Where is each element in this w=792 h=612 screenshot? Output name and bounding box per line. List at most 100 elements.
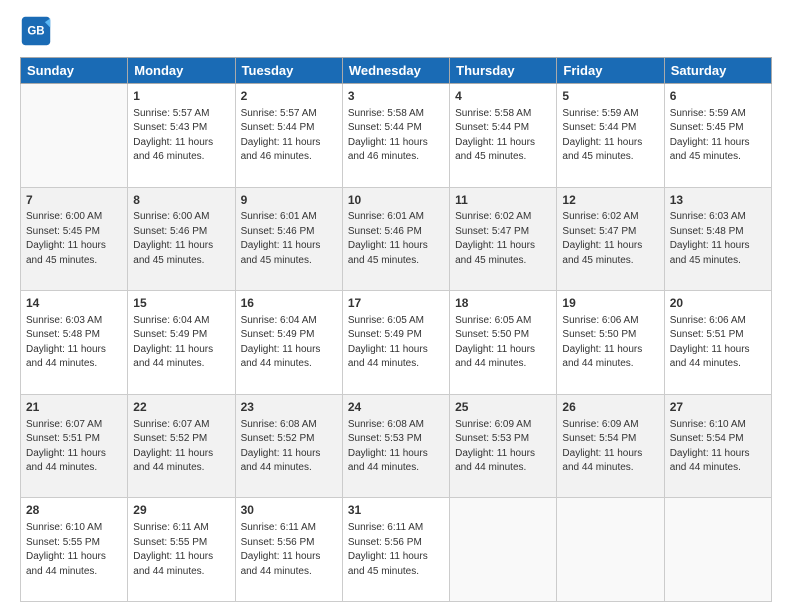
- day-number: 1: [133, 88, 229, 105]
- calendar-cell: 25 Sunrise: 6:09 AMSunset: 5:53 PMDayligh…: [450, 394, 557, 498]
- header: GB: [20, 15, 772, 47]
- col-header-wednesday: Wednesday: [342, 58, 449, 84]
- col-header-monday: Monday: [128, 58, 235, 84]
- day-info: Sunrise: 6:00 AMSunset: 5:46 PMDaylight:…: [133, 210, 229, 268]
- calendar-cell: 19 Sunrise: 6:06 AMSunset: 5:50 PMDayligh…: [557, 291, 664, 395]
- day-number: 7: [26, 192, 122, 209]
- calendar-cell: 20 Sunrise: 6:06 AMSunset: 5:51 PMDayligh…: [664, 291, 771, 395]
- calendar-cell: 9Sunrise: 6:01 AMSunset: 5:46 PMDaylight…: [235, 187, 342, 291]
- calendar-cell: [557, 498, 664, 602]
- calendar-cell: 11Sunrise: 6:02 AMSunset: 5:47 PMDayligh…: [450, 187, 557, 291]
- calendar-table: SundayMondayTuesdayWednesdayThursdayFrid…: [20, 57, 772, 602]
- day-info: Sunrise: 6:09 AMSunset: 5:53 PMDaylight:…: [455, 418, 551, 476]
- day-info: Sunrise: 6:04 AMSunset: 5:49 PMDaylight:…: [241, 314, 337, 372]
- col-header-saturday: Saturday: [664, 58, 771, 84]
- calendar-cell: 4 Sunrise: 5:58 AMSunset: 5:44 PMDaylight…: [450, 84, 557, 188]
- week-row-5: 28 Sunrise: 6:10 AMSunset: 5:55 PMDayligh…: [21, 498, 772, 602]
- col-header-sunday: Sunday: [21, 58, 128, 84]
- day-number: 29: [133, 502, 229, 519]
- calendar-cell: 8Sunrise: 6:00 AMSunset: 5:46 PMDaylight…: [128, 187, 235, 291]
- day-number: 22: [133, 399, 229, 416]
- day-number: 16: [241, 295, 337, 312]
- day-number: 15: [133, 295, 229, 312]
- day-number: 9: [241, 192, 337, 209]
- calendar-cell: 12Sunrise: 6:02 AMSunset: 5:47 PMDayligh…: [557, 187, 664, 291]
- calendar-cell: 30Sunrise: 6:11 AMSunset: 5:56 PMDayligh…: [235, 498, 342, 602]
- calendar-cell: 5Sunrise: 5:59 AMSunset: 5:44 PMDaylight…: [557, 84, 664, 188]
- calendar-cell: 28 Sunrise: 6:10 AMSunset: 5:55 PMDayligh…: [21, 498, 128, 602]
- logo-icon: GB: [20, 15, 52, 47]
- calendar-cell: 18 Sunrise: 6:05 AMSunset: 5:50 PMDayligh…: [450, 291, 557, 395]
- day-info: Sunrise: 5:57 AMSunset: 5:43 PMDaylight:…: [133, 107, 229, 165]
- calendar-cell: 27 Sunrise: 6:10 AMSunset: 5:54 PMDayligh…: [664, 394, 771, 498]
- day-number: 6: [670, 88, 766, 105]
- day-number: 26: [562, 399, 658, 416]
- calendar-cell: 26 Sunrise: 6:09 AMSunset: 5:54 PMDayligh…: [557, 394, 664, 498]
- day-info: Sunrise: 6:00 AMSunset: 5:45 PMDaylight:…: [26, 210, 122, 268]
- day-info: Sunrise: 6:08 AMSunset: 5:52 PMDaylight:…: [241, 418, 337, 476]
- logo: GB: [20, 15, 56, 47]
- calendar-cell: [664, 498, 771, 602]
- day-info: Sunrise: 6:01 AMSunset: 5:46 PMDaylight:…: [348, 210, 444, 268]
- day-info: Sunrise: 6:02 AMSunset: 5:47 PMDaylight:…: [455, 210, 551, 268]
- day-number: 18: [455, 295, 551, 312]
- day-info: Sunrise: 6:07 AMSunset: 5:51 PMDaylight:…: [26, 418, 122, 476]
- day-number: 24: [348, 399, 444, 416]
- day-info: Sunrise: 5:58 AMSunset: 5:44 PMDaylight:…: [455, 107, 551, 165]
- day-number: 8: [133, 192, 229, 209]
- week-row-3: 14 Sunrise: 6:03 AMSunset: 5:48 PMDayligh…: [21, 291, 772, 395]
- calendar-page: GB SundayMondayTuesdayWednesdayThursdayF…: [0, 0, 792, 612]
- day-info: Sunrise: 6:05 AMSunset: 5:49 PMDaylight:…: [348, 314, 444, 372]
- calendar-cell: 1 Sunrise: 5:57 AMSunset: 5:43 PMDaylight…: [128, 84, 235, 188]
- calendar-cell: 6Sunrise: 5:59 AMSunset: 5:45 PMDaylight…: [664, 84, 771, 188]
- day-number: 17: [348, 295, 444, 312]
- day-number: 31: [348, 502, 444, 519]
- col-header-friday: Friday: [557, 58, 664, 84]
- calendar-cell: 21 Sunrise: 6:07 AMSunset: 5:51 PMDayligh…: [21, 394, 128, 498]
- day-number: 19: [562, 295, 658, 312]
- day-info: Sunrise: 6:09 AMSunset: 5:54 PMDaylight:…: [562, 418, 658, 476]
- day-info: Sunrise: 6:07 AMSunset: 5:52 PMDaylight:…: [133, 418, 229, 476]
- calendar-cell: 15Sunrise: 6:04 AMSunset: 5:49 PMDayligh…: [128, 291, 235, 395]
- day-info: Sunrise: 6:06 AMSunset: 5:51 PMDaylight:…: [670, 314, 766, 372]
- calendar-cell: 14 Sunrise: 6:03 AMSunset: 5:48 PMDayligh…: [21, 291, 128, 395]
- day-info: Sunrise: 5:57 AMSunset: 5:44 PMDaylight:…: [241, 107, 337, 165]
- calendar-cell: 2 Sunrise: 5:57 AMSunset: 5:44 PMDaylight…: [235, 84, 342, 188]
- calendar-cell: 31 Sunrise: 6:11 AMSunset: 5:56 PMDayligh…: [342, 498, 449, 602]
- calendar-cell: [21, 84, 128, 188]
- day-info: Sunrise: 6:10 AMSunset: 5:55 PMDaylight:…: [26, 521, 122, 579]
- calendar-cell: 23 Sunrise: 6:08 AMSunset: 5:52 PMDayligh…: [235, 394, 342, 498]
- calendar-cell: 3Sunrise: 5:58 AMSunset: 5:44 PMDaylight…: [342, 84, 449, 188]
- calendar-cell: 29 Sunrise: 6:11 AMSunset: 5:55 PMDayligh…: [128, 498, 235, 602]
- day-number: 10: [348, 192, 444, 209]
- day-number: 14: [26, 295, 122, 312]
- col-header-tuesday: Tuesday: [235, 58, 342, 84]
- day-info: Sunrise: 6:11 AMSunset: 5:55 PMDaylight:…: [133, 521, 229, 579]
- day-info: Sunrise: 6:08 AMSunset: 5:53 PMDaylight:…: [348, 418, 444, 476]
- calendar-cell: [450, 498, 557, 602]
- day-info: Sunrise: 5:59 AMSunset: 5:44 PMDaylight:…: [562, 107, 658, 165]
- day-number: 2: [241, 88, 337, 105]
- day-number: 3: [348, 88, 444, 105]
- day-info: Sunrise: 6:02 AMSunset: 5:47 PMDaylight:…: [562, 210, 658, 268]
- day-number: 25: [455, 399, 551, 416]
- day-info: Sunrise: 6:03 AMSunset: 5:48 PMDaylight:…: [26, 314, 122, 372]
- day-info: Sunrise: 6:11 AMSunset: 5:56 PMDaylight:…: [348, 521, 444, 579]
- day-number: 28: [26, 502, 122, 519]
- day-number: 4: [455, 88, 551, 105]
- day-info: Sunrise: 6:06 AMSunset: 5:50 PMDaylight:…: [562, 314, 658, 372]
- day-info: Sunrise: 6:10 AMSunset: 5:54 PMDaylight:…: [670, 418, 766, 476]
- calendar-cell: 13Sunrise: 6:03 AMSunset: 5:48 PMDayligh…: [664, 187, 771, 291]
- svg-text:GB: GB: [27, 26, 44, 38]
- week-row-2: 7Sunrise: 6:00 AMSunset: 5:45 PMDaylight…: [21, 187, 772, 291]
- day-number: 20: [670, 295, 766, 312]
- calendar-cell: 7Sunrise: 6:00 AMSunset: 5:45 PMDaylight…: [21, 187, 128, 291]
- day-number: 27: [670, 399, 766, 416]
- day-info: Sunrise: 6:05 AMSunset: 5:50 PMDaylight:…: [455, 314, 551, 372]
- day-info: Sunrise: 6:01 AMSunset: 5:46 PMDaylight:…: [241, 210, 337, 268]
- calendar-cell: 17 Sunrise: 6:05 AMSunset: 5:49 PMDayligh…: [342, 291, 449, 395]
- header-row: SundayMondayTuesdayWednesdayThursdayFrid…: [21, 58, 772, 84]
- day-number: 11: [455, 192, 551, 209]
- day-number: 23: [241, 399, 337, 416]
- day-number: 21: [26, 399, 122, 416]
